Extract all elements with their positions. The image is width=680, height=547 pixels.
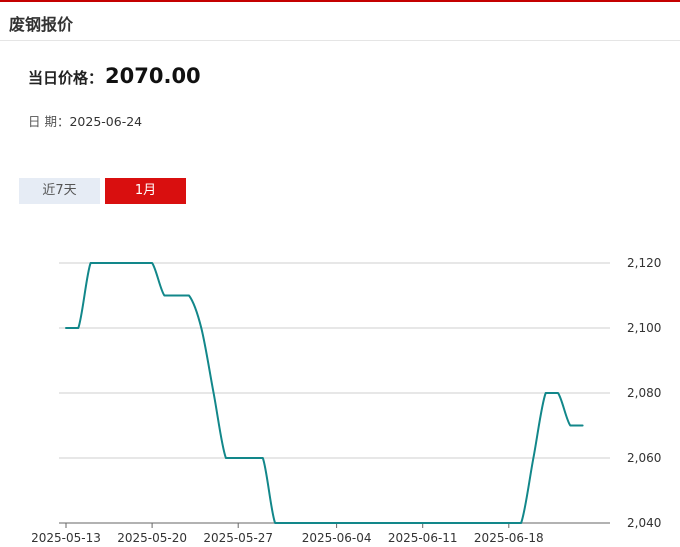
x-axis: 2025-05-13 2025-05-20 2025-05-27 2025-06-04… <box>31 523 544 545</box>
y-tick-label: 2,120 <box>627 256 661 270</box>
y-axis-ticks: 2,040 2,060 2,080 2,100 2,120 <box>627 256 661 530</box>
price-value: 2070.00 <box>105 64 201 88</box>
x-tick-label: 2025-05-20 <box>117 531 187 545</box>
y-tick-label: 2,080 <box>627 386 661 400</box>
price-date: 日 期：2025-06-24 <box>28 111 142 130</box>
y-tick-label: 2,100 <box>627 321 661 335</box>
date-value: 2025-06-24 <box>69 114 143 129</box>
x-tick-label: 2025-06-11 <box>388 531 458 545</box>
y-tick-label: 2,060 <box>627 451 661 465</box>
date-label: 日 期： <box>28 114 70 129</box>
x-tick-label: 2025-05-27 <box>203 531 273 545</box>
tab-1-month[interactable]: 1月 <box>105 178 186 204</box>
price-label: 当日价格： <box>28 69 104 87</box>
x-tick-label: 2025-06-18 <box>474 531 544 545</box>
tab-7-days[interactable]: 近7天 <box>19 178 100 204</box>
x-tick-label: 2025-06-04 <box>302 531 372 545</box>
y-tick-label: 2,040 <box>627 516 661 530</box>
panel-header: 废钢报价 <box>0 2 680 41</box>
panel-title: 废钢报价 <box>9 15 74 34</box>
price-line-chart: 2,0402,0602,0802,1002,120 2025-05-13 2025… <box>31 256 661 545</box>
grid-lines <box>59 262 610 524</box>
x-tick-label: 2025-05-13 <box>31 531 101 545</box>
current-price: 当日价格：2070.00 <box>28 64 201 98</box>
